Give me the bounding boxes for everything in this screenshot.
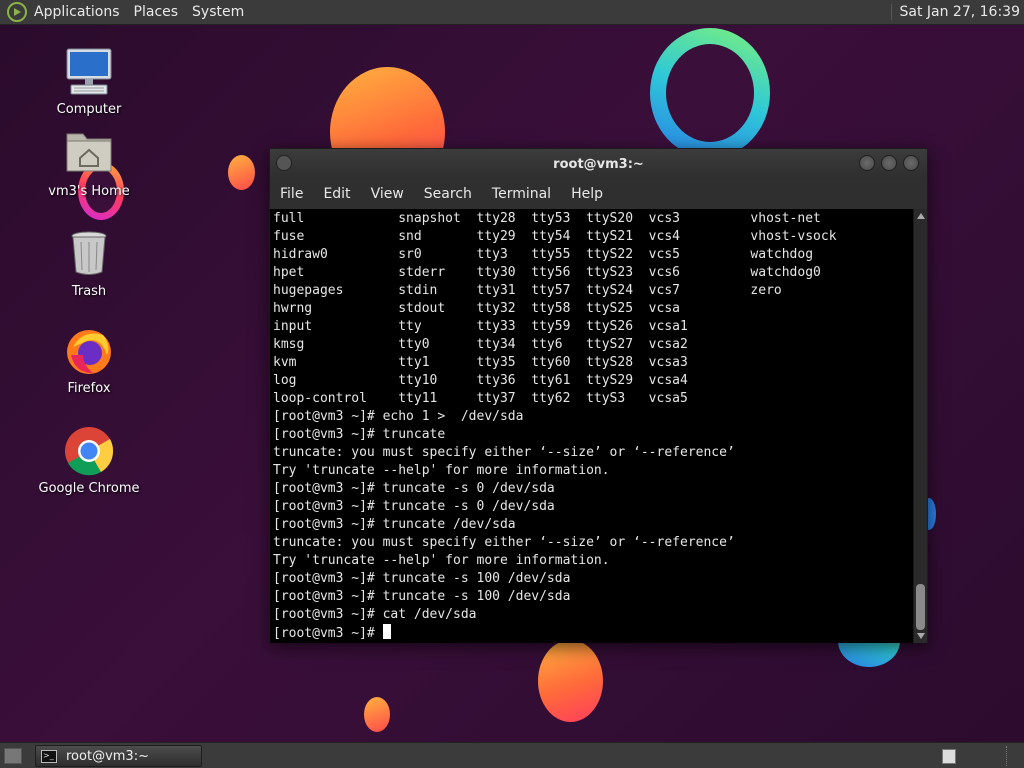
desktop-icon-label: vm3's Home	[48, 184, 130, 199]
wallpaper-ring	[650, 28, 770, 158]
bottom-panel: >_ root@vm3:~	[0, 742, 1024, 768]
chrome-icon	[63, 425, 115, 477]
menu-terminal[interactable]: Terminal	[492, 186, 551, 202]
scrollbar-thumb[interactable]	[916, 584, 925, 630]
terminal-prompt-line: [root@vm3 ~]#	[273, 624, 914, 643]
terminal-line: [root@vm3 ~]# truncate	[273, 427, 446, 442]
menu-help[interactable]: Help	[571, 186, 603, 202]
scroll-up-icon[interactable]	[917, 213, 925, 219]
places-menu[interactable]: Places	[134, 4, 179, 20]
terminal-line: loop-control tty11 tty37 tty62 ttyS3 vcs…	[273, 391, 688, 406]
terminal-line: fuse snd tty29 tty54 ttyS21 vcs4 vhost-v…	[273, 229, 837, 244]
desktop-icon-firefox[interactable]: Firefox	[34, 325, 144, 396]
terminal-line: input tty tty33 tty59 ttyS26 vcsa1	[273, 319, 688, 334]
terminal-line: [root@vm3 ~]# truncate /dev/sda	[273, 517, 516, 532]
system-menu[interactable]: System	[192, 4, 244, 20]
window-titlebar[interactable]: root@vm3:~	[270, 149, 927, 179]
terminal-line: truncate: you must specify either ‘--siz…	[273, 445, 735, 460]
terminal-window: root@vm3:~ File Edit View Search Termina…	[269, 148, 928, 643]
terminal-line: kvm tty1 tty35 tty60 ttyS28 vcsa3	[273, 355, 688, 370]
desktop-icon-label: Google Chrome	[38, 481, 140, 496]
terminal-line: hidraw0 sr0 tty3 tty55 ttyS22 vcs5 watch…	[273, 247, 814, 262]
terminal-line: kmsg tty0 tty34 tty6 ttyS27 vcsa2	[273, 337, 688, 352]
panel-separator	[1006, 746, 1008, 766]
distro-logo-icon[interactable]	[7, 2, 27, 22]
home-folder-icon	[63, 128, 115, 180]
minimize-button[interactable]	[859, 155, 875, 171]
terminal-cursor	[382, 624, 391, 639]
terminal-line: full snapshot tty28 tty53 ttyS20 vcs3 vh…	[273, 211, 821, 226]
desktop-icon-home[interactable]: vm3's Home	[34, 128, 144, 199]
terminal-line: truncate: you must specify either ‘--siz…	[273, 535, 735, 550]
maximize-button[interactable]	[881, 155, 897, 171]
wallpaper-bottom-blob	[538, 640, 603, 722]
workspace-switcher[interactable]	[942, 749, 956, 764]
wallpaper-small-blob	[228, 155, 255, 190]
menu-search[interactable]: Search	[424, 186, 472, 202]
scroll-down-icon[interactable]	[917, 633, 925, 639]
terminal-line: hwrng stdout tty32 tty58 ttyS25 vcsa	[273, 301, 680, 316]
terminal-prompt: [root@vm3 ~]#	[273, 626, 383, 641]
show-desktop-button[interactable]	[4, 748, 22, 764]
terminal-line: [root@vm3 ~]# truncate -s 100 /dev/sda	[273, 589, 571, 604]
terminal-scrollbar[interactable]	[913, 209, 927, 643]
desktop-icon-label: Firefox	[67, 381, 111, 396]
terminal-line: [root@vm3 ~]# truncate -s 0 /dev/sda	[273, 481, 555, 496]
terminal-line: [root@vm3 ~]# truncate -s 0 /dev/sda	[273, 499, 555, 514]
close-button[interactable]	[903, 155, 919, 171]
window-title: root@vm3:~	[553, 156, 644, 172]
terminal-line: [root@vm3 ~]# echo 1 > /dev/sda	[273, 409, 524, 424]
menu-file[interactable]: File	[280, 186, 303, 202]
terminal-line: Try 'truncate --help' for more informati…	[273, 553, 610, 568]
terminal-line: hpet stderr tty30 tty56 ttyS23 vcs6 watc…	[273, 265, 821, 280]
terminal-line: Try 'truncate --help' for more informati…	[273, 463, 610, 478]
desktop-icon-computer[interactable]: Computer	[34, 46, 144, 117]
desktop-icon-label: Trash	[71, 284, 107, 299]
desktop-icon-label: Computer	[56, 102, 122, 117]
menu-view[interactable]: View	[371, 186, 404, 202]
taskbar-terminal-button[interactable]: >_ root@vm3:~	[35, 745, 202, 767]
terminal-text: full snapshot tty28 tty53 ttyS20 vcs3 vh…	[270, 209, 914, 643]
trash-icon	[63, 228, 115, 280]
firefox-icon	[63, 325, 115, 377]
applications-menu[interactable]: Applications	[34, 4, 120, 20]
top-panel: Applications Places System Sat Jan 27, 1…	[0, 0, 1024, 25]
window-menu-icon[interactable]	[276, 155, 292, 171]
terminal-line: hugepages stdin tty31 tty57 ttyS24 vcs7 …	[273, 283, 782, 298]
desktop-icon-trash[interactable]: Trash	[34, 228, 144, 299]
wallpaper-bottom-small-blob	[364, 697, 390, 732]
terminal-line: log tty10 tty36 tty61 ttyS29 vcsa4	[273, 373, 688, 388]
menu-edit[interactable]: Edit	[323, 186, 350, 202]
desktop-icon-chrome[interactable]: Google Chrome	[34, 425, 144, 496]
terminal-output[interactable]: full snapshot tty28 tty53 ttyS20 vcs3 vh…	[270, 209, 914, 643]
terminal-line: [root@vm3 ~]# truncate -s 100 /dev/sda	[273, 571, 571, 586]
clock[interactable]: Sat Jan 27, 16:39	[890, 4, 1020, 20]
computer-icon	[63, 46, 115, 98]
terminal-icon: >_	[41, 749, 57, 763]
terminal-menubar: File Edit View Search Terminal Help	[270, 179, 927, 209]
terminal-line: [root@vm3 ~]# cat /dev/sda	[273, 607, 477, 622]
task-label: root@vm3:~	[66, 748, 149, 764]
